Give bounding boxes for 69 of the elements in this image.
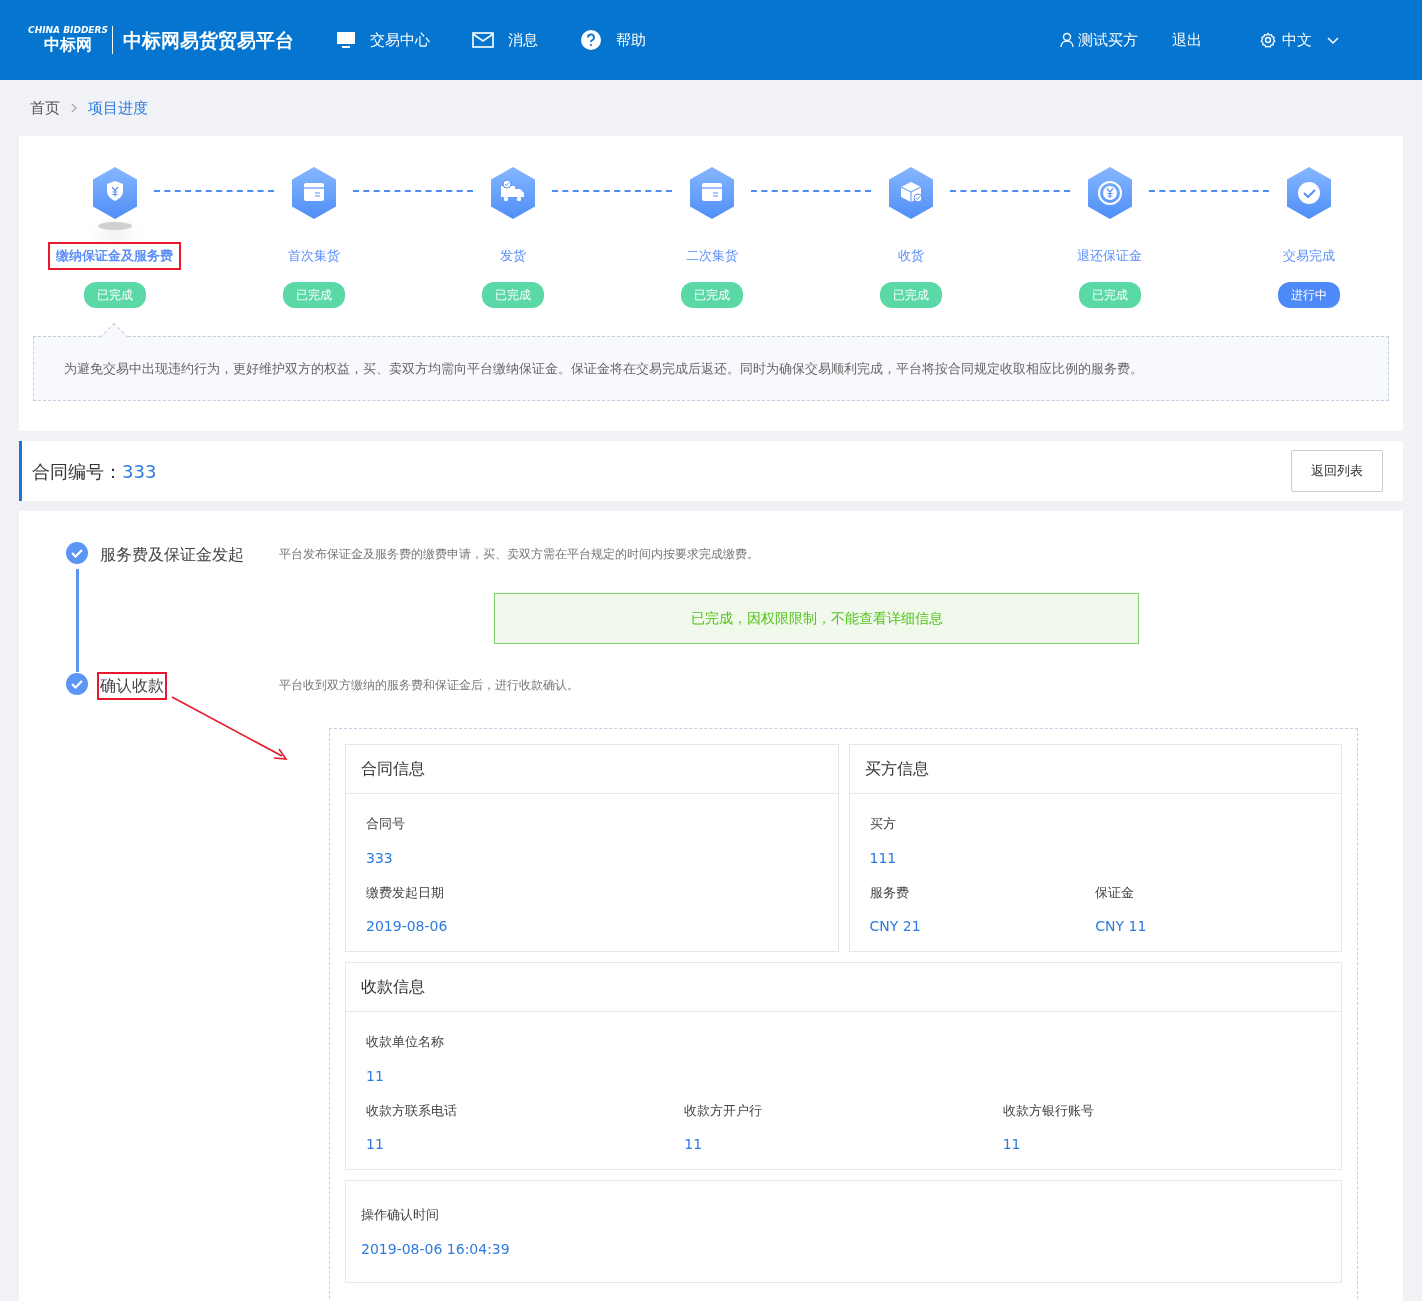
card-title: 收款信息 [346, 963, 1341, 1012]
breadcrumb-link[interactable]: 首页 [30, 96, 60, 120]
user-link[interactable]: 测试买方 [1060, 28, 1138, 52]
box-check-icon [886, 166, 935, 220]
step-tab[interactable]: 发货 [491, 242, 534, 270]
field-label: 缴费发起日期 [366, 883, 445, 902]
field-label: 操作确认时间 [361, 1206, 440, 1224]
field-label: 收款单位名称 [366, 1033, 445, 1051]
platform-title: 中标网易货贸易平台 [112, 26, 294, 54]
nav-link[interactable]: 帮助 [580, 28, 646, 52]
field-value: CNY 21 [869, 917, 922, 936]
field-label: 收款方开户行 [684, 1101, 764, 1120]
help-icon [580, 29, 602, 51]
user-icon [1060, 32, 1074, 48]
step-tab[interactable]: 退还保证金 [1069, 242, 1150, 270]
step-tab[interactable]: 首次集货 [279, 242, 348, 270]
field-label: 保证金 [1095, 883, 1136, 902]
breadcrumb-link[interactable]: 项目进度 [88, 96, 148, 120]
field-label: 服务费 [869, 883, 910, 902]
status-badge: 进行中 [1277, 281, 1340, 308]
field-value: CNY 11 [1095, 917, 1148, 936]
field-value: 2019-08-06 16:04:39 [361, 1239, 511, 1259]
field-value: 11 [366, 1066, 385, 1086]
field-label: 买方 [869, 815, 897, 833]
truck-icon [488, 166, 537, 220]
box-icon [289, 166, 338, 220]
field-value: 11 [684, 1135, 704, 1154]
chevron-icon [70, 102, 78, 114]
field-value: 333 [366, 848, 394, 868]
status-notice: 已完成，因权限限制，不能查看详细信息 [494, 593, 1139, 644]
contract-number: 333 [122, 460, 157, 482]
field-label: 收款方联系电话 [366, 1101, 458, 1120]
step-title: 确认收款 [97, 672, 167, 700]
field-value: 11 [366, 1135, 385, 1154]
nav-link[interactable]: 交易中心 [336, 28, 430, 52]
caret-icon [1326, 35, 1340, 45]
card-title: 合同信息 [346, 745, 838, 794]
box-icon [687, 166, 736, 220]
field-label: 合同号 [366, 815, 406, 833]
gear-icon [1260, 32, 1276, 48]
contract-label: 合同编号： [32, 460, 122, 482]
yuan-cycle-icon [1085, 166, 1134, 220]
step-tab[interactable]: 收货 [889, 242, 932, 270]
status-badge: 已完成 [282, 281, 345, 308]
status-badge: 已完成 [83, 281, 146, 308]
nav-link[interactable]: 消息 [472, 28, 538, 52]
check-icon [1284, 166, 1333, 220]
field-value: 11 [1002, 1135, 1022, 1154]
language-dropdown[interactable]: 中文 [1260, 28, 1340, 52]
logout-link[interactable]: 退出 [1172, 28, 1202, 52]
step-title: 服务费及保证金发起 [99, 544, 245, 566]
note-text: 为避免交易中出现违约行为，更好维护双方的权益，买、卖双方均需向平台缴纳保证金。保证金将在交易完成后返还。同时为确保交易顺利完成，平台将按合同规定收取相应比例的服务费。 [64, 360, 1143, 376]
step-tab[interactable]: 二次集货 [677, 242, 746, 270]
step-description: 平台发布保证金及服务费的缴费申请，买、卖双方需在平台规定的时间内按要求完成缴费。 [279, 546, 760, 563]
status-badge: 已完成 [879, 281, 942, 308]
back-to-list-button[interactable]: 返回列表 [1291, 450, 1383, 492]
field-value: 111 [869, 848, 898, 868]
status-badge: 已完成 [1078, 281, 1141, 308]
step-tab[interactable]: 交易完成 [1274, 242, 1343, 270]
mail-icon [472, 32, 494, 48]
step-description: 平台收到双方缴纳的服务费和保证金后，进行收款确认。 [279, 677, 580, 694]
field-label: 收款方银行账号 [1002, 1101, 1095, 1120]
field-value: 2019-08-06 [366, 917, 449, 936]
card-title: 买方信息 [849, 745, 1341, 794]
step-tab[interactable]: 缴纳保证金及服务费 [48, 242, 181, 270]
monitor-icon [336, 31, 356, 49]
shield-yuan-icon [90, 166, 139, 220]
status-badge: 已完成 [481, 281, 544, 308]
status-badge: 已完成 [680, 281, 743, 308]
